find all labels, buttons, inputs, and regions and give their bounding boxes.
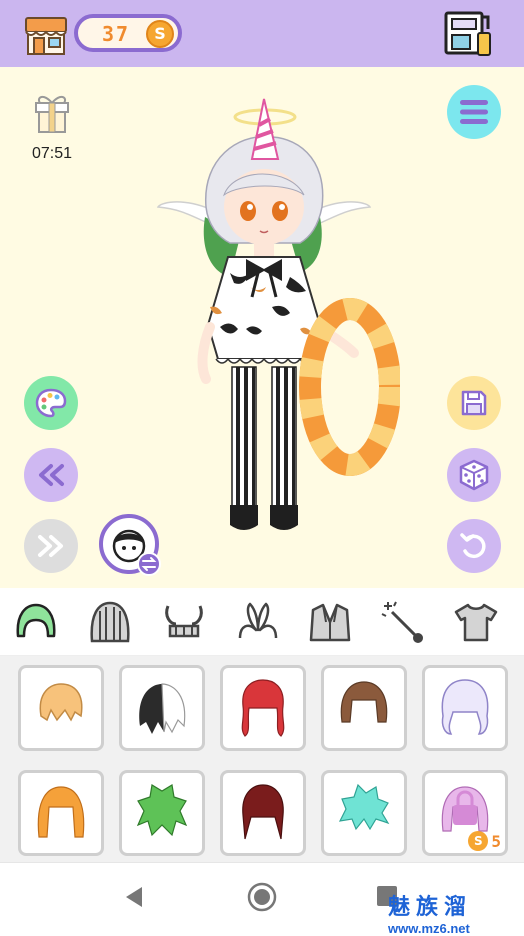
left-wing xyxy=(156,201,213,227)
shop-icon xyxy=(25,17,67,55)
system-navigation-bar: 魅族溜 www.mz6.net xyxy=(0,862,524,936)
hair-item-4[interactable] xyxy=(321,665,407,751)
watermark-url: www.mz6.net xyxy=(388,921,470,936)
tab-ears[interactable] xyxy=(236,600,280,644)
right-wing xyxy=(315,201,372,227)
dice-icon xyxy=(459,459,489,491)
home-button[interactable] xyxy=(246,881,278,917)
price-value: 5 xyxy=(491,831,501,851)
gift-icon xyxy=(35,96,69,133)
back-button[interactable] xyxy=(122,885,146,913)
hair-item-1[interactable] xyxy=(18,665,104,751)
coin-balance: 37 S xyxy=(74,14,182,52)
magic-wand-icon xyxy=(381,601,423,643)
top-bar: 37 S xyxy=(0,0,524,67)
hair-item-10-locked[interactable]: S 5 xyxy=(422,770,508,856)
color-palette-button[interactable] xyxy=(24,376,78,430)
previous-icon xyxy=(39,464,64,486)
tab-back-hair[interactable] xyxy=(88,600,132,644)
shoes xyxy=(230,505,298,530)
save-icon xyxy=(461,390,487,416)
hair-thumbnail xyxy=(340,681,388,723)
tab-shirt[interactable] xyxy=(454,600,498,644)
dress xyxy=(206,256,322,360)
gift-timer: 07:51 xyxy=(31,145,73,162)
striped-stockings xyxy=(231,366,297,508)
coin-count: 37 xyxy=(102,22,131,46)
hair-thumbnail xyxy=(242,784,284,840)
undo-icon xyxy=(460,533,486,559)
next-icon xyxy=(38,535,63,557)
back-hair-icon xyxy=(90,601,130,643)
horns-icon xyxy=(165,605,203,638)
hair-item-2[interactable] xyxy=(119,665,205,751)
dressing-machine-icon xyxy=(444,11,491,56)
hair-thumbnail xyxy=(241,679,285,737)
dress-up-stage: 07:51 xyxy=(0,67,524,588)
hair-item-8[interactable] xyxy=(220,770,306,856)
hair-item-9[interactable] xyxy=(321,770,407,856)
category-tabs xyxy=(0,588,524,656)
shop-button[interactable] xyxy=(22,10,70,58)
tab-jacket[interactable] xyxy=(308,600,352,644)
jacket-icon xyxy=(309,603,351,642)
shirt-icon xyxy=(454,603,498,642)
save-button[interactable] xyxy=(447,376,501,430)
back-triangle-icon xyxy=(126,887,142,907)
hair-thumbnail xyxy=(37,786,85,838)
item-price: S 5 xyxy=(468,831,501,851)
undo-button[interactable] xyxy=(447,519,501,573)
coin-icon: S xyxy=(146,20,174,48)
hair-thumbnail xyxy=(139,683,186,734)
hair-item-3[interactable] xyxy=(220,665,306,751)
swim-ring-prop xyxy=(299,298,400,476)
hair-item-grid: S 5 xyxy=(0,656,524,862)
home-circle-icon xyxy=(247,882,277,912)
tab-horns[interactable] xyxy=(162,600,206,644)
hair-item-5[interactable] xyxy=(422,665,508,751)
menu-button[interactable] xyxy=(447,85,501,139)
tab-hair[interactable] xyxy=(14,600,58,644)
character-avatar xyxy=(156,98,400,530)
bunny-ears-icon xyxy=(238,602,278,639)
random-outfit-button[interactable] xyxy=(447,448,501,502)
hair-thumbnail xyxy=(136,784,188,837)
menu-icon xyxy=(460,100,488,124)
hair-thumbnail xyxy=(39,683,83,722)
hair-thumbnail xyxy=(338,783,390,831)
gift-button[interactable] xyxy=(30,91,74,135)
hair-icon xyxy=(16,603,56,638)
hair-thumbnail xyxy=(441,679,489,735)
watermark-text: 魅族溜 xyxy=(388,895,473,920)
dressing-machine-button[interactable] xyxy=(442,9,492,59)
tab-accessories[interactable] xyxy=(380,600,424,644)
hair-item-7[interactable] xyxy=(119,770,205,856)
next-outfit-button[interactable] xyxy=(24,519,78,573)
palette-icon xyxy=(35,388,67,418)
previous-outfit-button[interactable] xyxy=(24,448,78,502)
lock-icon xyxy=(453,805,477,825)
hair-item-6[interactable] xyxy=(18,770,104,856)
coin-icon: S xyxy=(468,831,489,851)
watermark: 魅族溜 www.mz6.net xyxy=(388,889,518,936)
